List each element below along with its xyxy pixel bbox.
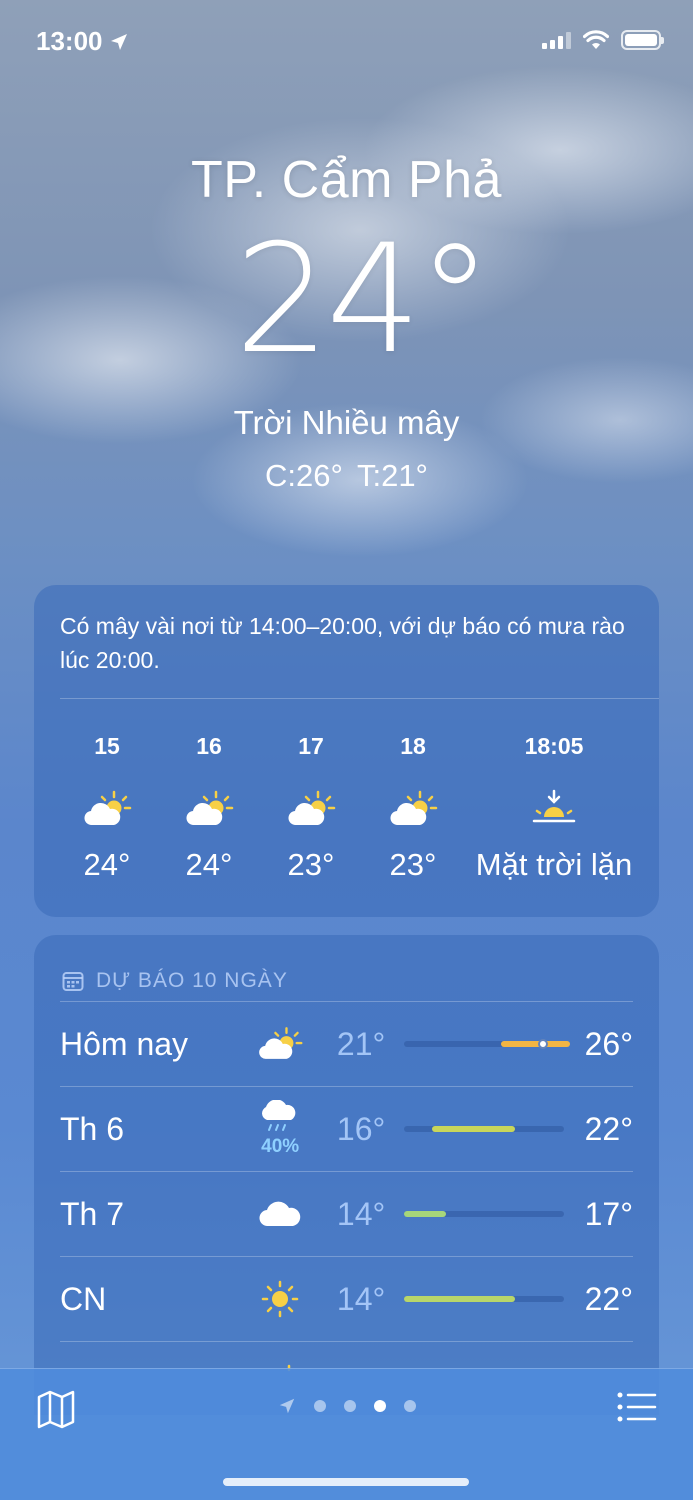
status-bar: 13:00 [0, 0, 693, 82]
ten-day-title: DỰ BÁO 10 NGÀY [96, 969, 288, 992]
partly-cloudy-day-icon [84, 790, 132, 826]
home-indicator [223, 1478, 469, 1486]
partly-cloudy-day-icon [259, 1027, 303, 1059]
list-icon [617, 1392, 657, 1422]
sunset-label: Mặt trời lặn [475, 847, 633, 882]
hour-temp: 23° [389, 847, 437, 882]
page-dot [403, 1400, 416, 1412]
hourly-forecast-card[interactable]: Có mây vài nơi từ 14:00–20:00, với dự bá… [34, 585, 659, 917]
status-icons [542, 26, 664, 50]
hour-label: 18:05 [524, 733, 584, 759]
current-temperature: 24° [234, 213, 493, 387]
wifi-icon [583, 30, 609, 49]
current-condition: Trời Nhiều mây [233, 404, 460, 441]
status-time-text: 13:00 [36, 26, 103, 56]
day-name: Th 7 [60, 1195, 125, 1232]
range-fill [404, 1211, 446, 1217]
ten-day-header: DỰ BÁO 10 NGÀY [34, 935, 659, 1001]
sunset-icon [532, 789, 576, 823]
hour-item-sunset: 18:05 Mặt trời lặn [464, 733, 644, 883]
partly-cloudy-day-icon [186, 790, 234, 826]
page-indicator[interactable] [0, 1397, 693, 1415]
hour-label: 17 [298, 733, 324, 759]
bottom-toolbar [0, 1368, 693, 1500]
partly-cloudy-day-icon [288, 790, 336, 826]
location-arrow-icon [110, 33, 127, 50]
day-row[interactable]: CN 14° 22° [60, 1256, 633, 1341]
city-list-button[interactable] [617, 1391, 657, 1431]
hour-temp: 23° [287, 847, 335, 882]
range-fill [404, 1296, 515, 1302]
temperature-range-bar [404, 1296, 564, 1302]
temperature-range-bar [404, 1039, 571, 1049]
sun-icon [261, 1280, 299, 1318]
range-fill [431, 1126, 515, 1132]
page-dot [313, 1400, 326, 1412]
cloud-icon [259, 1201, 301, 1227]
day-row[interactable]: Th 6 40% 16° 22° [60, 1086, 633, 1171]
day-high: 17° [584, 1195, 633, 1232]
hour-label: 15 [94, 733, 120, 759]
hour-item: 17 23° [260, 733, 362, 883]
page-dot [343, 1400, 356, 1412]
ten-day-forecast-card[interactable]: DỰ BÁO 10 NGÀY Hôm nay 21° 26° Th 6 40% … [34, 935, 659, 1415]
day-row[interactable]: Hôm nay 21° 26° [60, 1001, 633, 1086]
rain-cloud-icon [262, 1100, 296, 1131]
day-low: 14° [336, 1280, 386, 1317]
day-name: CN [60, 1280, 107, 1317]
calendar-icon [62, 972, 84, 991]
day-low: 16° [336, 1110, 386, 1147]
current-weather: TP. Cẩm Phả 24° Trời Nhiều mây C:26° T:2… [0, 150, 693, 494]
hourly-list[interactable]: 15 24° 16 24° 17 23° 18 23° 18:05 Mặt tr… [34, 733, 659, 883]
divider [60, 698, 659, 699]
day-low: 14° [336, 1195, 386, 1232]
current-temp-dot [537, 1039, 548, 1049]
high-low: C:26° T:21° [265, 458, 428, 493]
hour-temp: 24° [83, 847, 131, 882]
day-high: 26° [584, 1025, 633, 1062]
hour-label: 16 [196, 733, 222, 759]
hour-item: 16 24° [158, 733, 260, 883]
hourly-summary: Có mây vài nơi từ 14:00–20:00, với dự bá… [60, 613, 625, 673]
day-high: 22° [584, 1280, 633, 1317]
page-dot-active [373, 1400, 386, 1412]
partly-cloudy-day-icon [390, 790, 438, 826]
hour-temp: 24° [185, 847, 233, 882]
day-low: 21° [336, 1025, 386, 1062]
hour-item: 18 23° [362, 733, 464, 883]
hour-label: 18 [400, 733, 426, 759]
temperature-range-bar [404, 1211, 564, 1217]
day-high: 22° [584, 1110, 633, 1147]
day-row[interactable]: Th 7 14° 17° [60, 1171, 633, 1256]
day-name: Hôm nay [60, 1025, 189, 1062]
temperature-range-bar [404, 1126, 564, 1132]
status-time: 13:00 [36, 26, 129, 57]
battery-icon [621, 30, 664, 50]
cellular-signal-icon [542, 31, 571, 49]
range-fill [501, 1041, 571, 1047]
location-arrow-icon [279, 1398, 294, 1414]
hour-item: 15 24° [56, 733, 158, 883]
day-name: Th 6 [60, 1110, 125, 1147]
precipitation-chance: 40% [261, 1136, 300, 1157]
city-name: TP. Cẩm Phả [191, 151, 502, 209]
